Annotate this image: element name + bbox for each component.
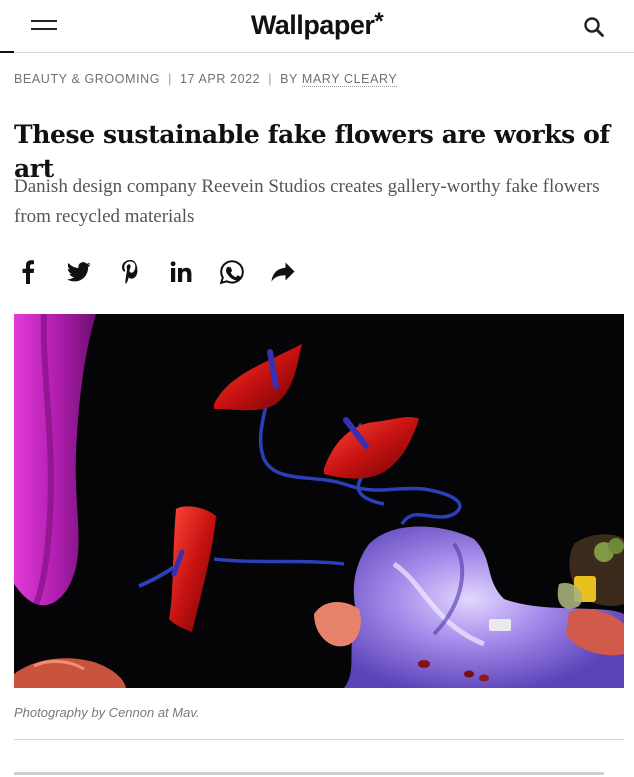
search-glyph [584,17,604,37]
meta-separator: | [268,72,273,86]
divider [14,739,624,740]
article-subtitle: Danish design company Reevein Studios cr… [14,176,600,227]
site-logo[interactable]: Wallpaper* [0,8,634,42]
flower-photo [14,314,624,688]
twitter-icon[interactable] [65,258,93,286]
whatsapp-icon[interactable] [218,258,246,286]
share-bar [14,256,320,288]
image-caption: Photography by Cennon at Mav. [14,705,200,720]
reading-progress-bar [0,51,14,53]
article-body-peek [14,768,624,777]
author-link[interactable]: MARY CLEARY [301,72,398,87]
article-meta: BEAUTY & GROOMING | 17 APR 2022 | BY MARY CL… [14,72,398,87]
logo-star: * [374,8,384,35]
logo-text: Wallpaper [250,10,375,40]
linkedin-icon[interactable] [167,258,195,286]
facebook-icon[interactable] [14,258,42,286]
hero-image [14,314,624,688]
site-header: Wallpaper* [0,0,634,53]
search-icon[interactable] [583,16,605,38]
cropped-text-line [14,772,604,775]
byline-prefix: BY [280,72,298,86]
category-link[interactable]: BEAUTY & GROOMING [14,72,160,86]
publish-date: 17 APR 2022 [179,72,261,86]
meta-separator: | [168,72,172,86]
share-icon[interactable] [269,258,297,286]
pinterest-icon[interactable] [116,258,144,286]
